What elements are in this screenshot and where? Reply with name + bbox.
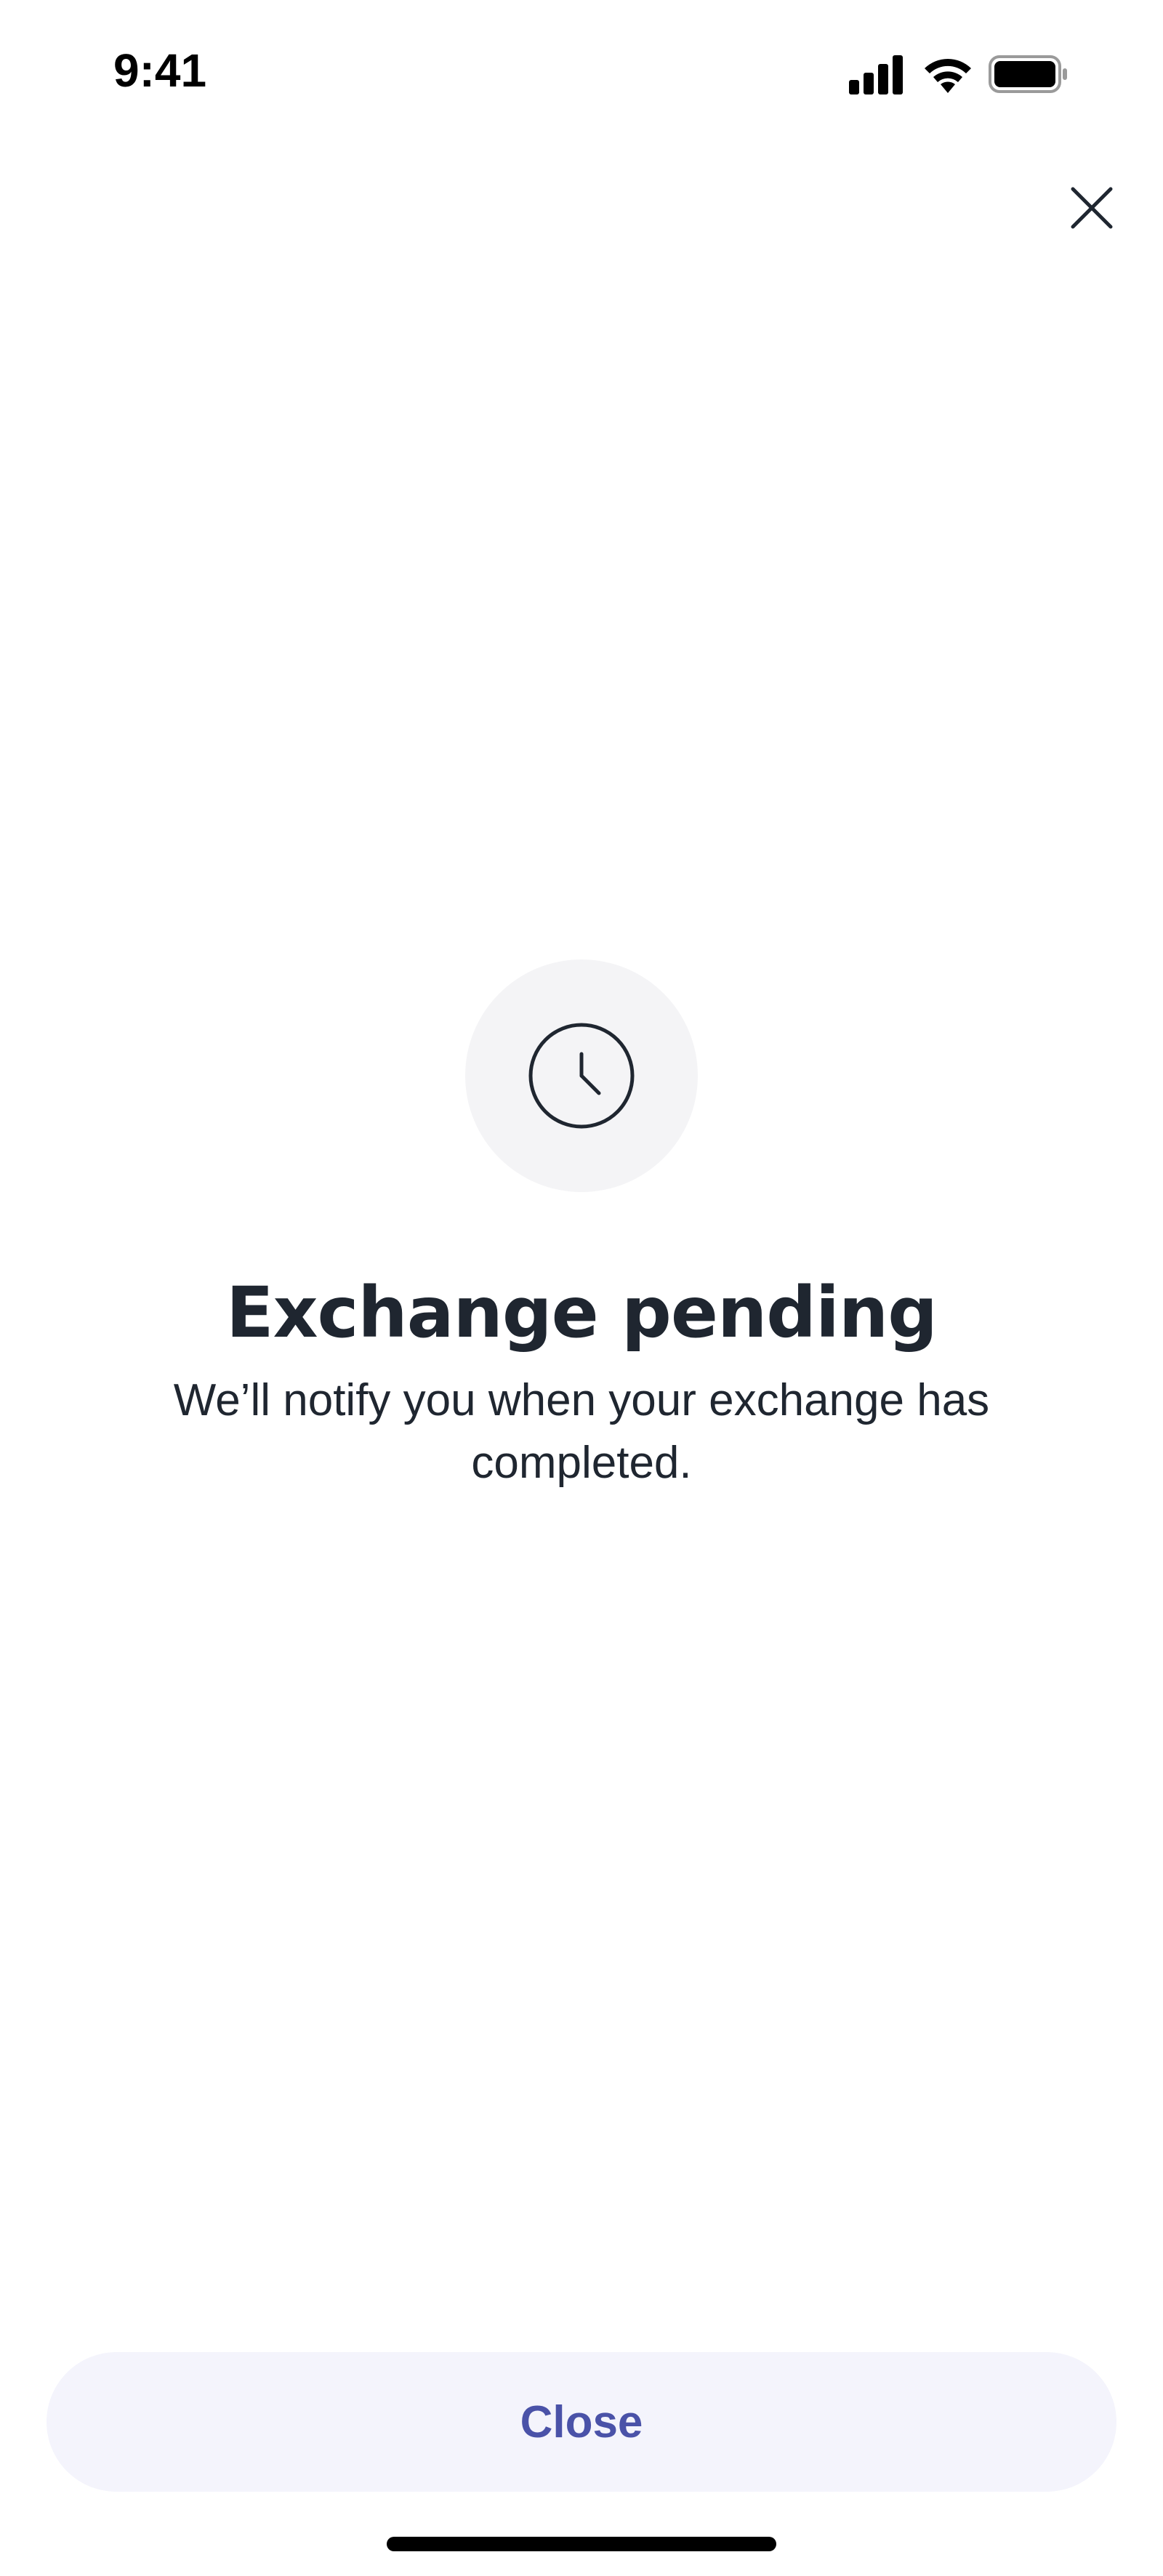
home-indicator — [387, 2537, 776, 2551]
status-time: 9:41 — [113, 44, 207, 97]
wifi-icon — [920, 54, 975, 98]
page-subtitle: We’ll notify you when your exchange has … — [173, 1375, 990, 1488]
page-title: Exchange pending — [226, 1272, 938, 1353]
close-icon — [1071, 187, 1113, 229]
status-bar: 9:41 — [0, 0, 1163, 145]
close-icon-button[interactable] — [1058, 174, 1125, 241]
clock-icon — [528, 1023, 635, 1129]
close-button[interactable]: Close — [47, 2352, 1116, 2492]
cellular-signal-icon — [849, 54, 904, 98]
battery-icon — [989, 54, 1070, 98]
clock-icon-circle — [465, 959, 698, 1192]
